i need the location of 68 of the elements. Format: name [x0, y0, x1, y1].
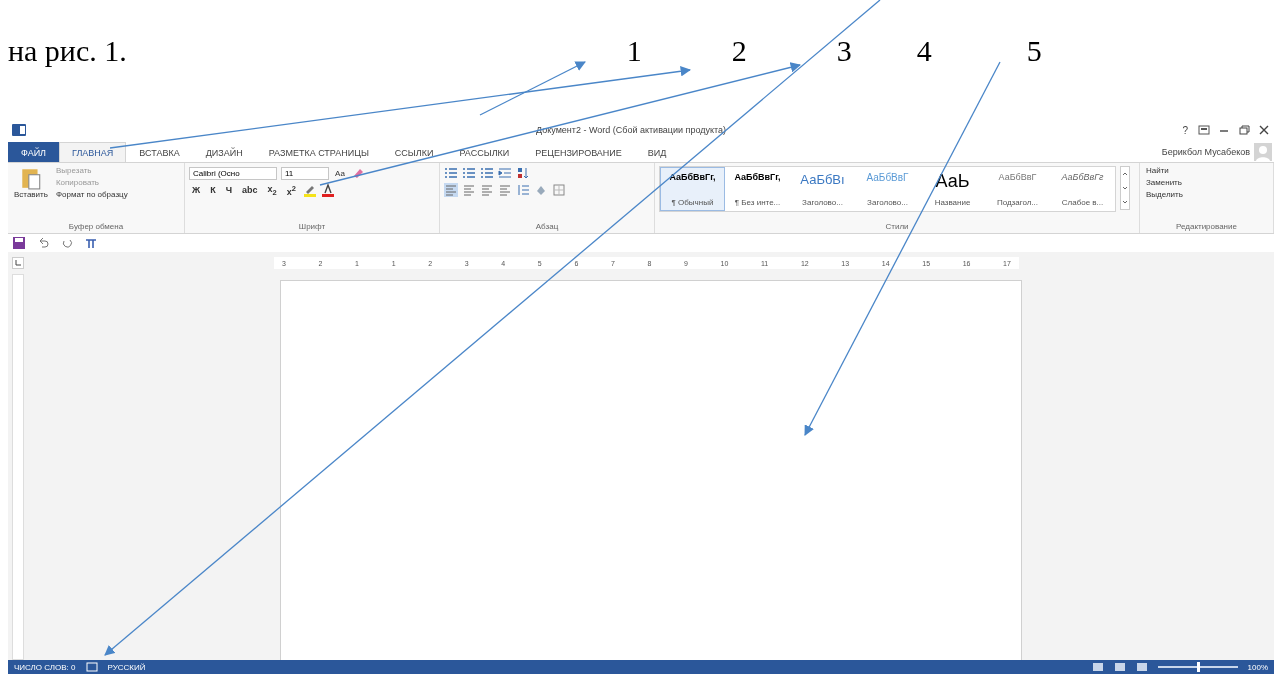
- window-title: Документ2 - Word (Сбой активации продукта): [536, 125, 727, 135]
- style-item[interactable]: АаБбВвГ Подзагол...: [985, 167, 1050, 211]
- ribbon-tab[interactable]: РЕЦЕНЗИРОВАНИЕ: [522, 142, 635, 162]
- ribbon-display-icon[interactable]: [1198, 125, 1210, 135]
- list-icon[interactable]: [444, 166, 458, 180]
- ribbon-tab[interactable]: ДИЗАЙН: [192, 142, 256, 162]
- word-logo-icon: [12, 124, 26, 136]
- ribbon-tab[interactable]: ССЫЛКИ: [381, 142, 447, 162]
- group-title: Абзац: [534, 222, 560, 233]
- close-icon[interactable]: [1258, 125, 1270, 135]
- style-item[interactable]: АаБбВвГ Заголово...: [855, 167, 920, 211]
- indent-icon[interactable]: [498, 166, 512, 180]
- proofing-icon[interactable]: [85, 662, 98, 672]
- select-button[interactable]: Выделить: [1144, 190, 1269, 199]
- group-title: Шрифт: [297, 222, 327, 233]
- equation-icon[interactable]: [84, 236, 98, 250]
- style-item[interactable]: АаЬ Название: [920, 167, 985, 211]
- callout-number: 4: [916, 34, 932, 68]
- view-mode-icon[interactable]: [1113, 662, 1126, 672]
- highlight-icon[interactable]: [302, 183, 317, 197]
- view-mode-icon[interactable]: [1091, 662, 1104, 672]
- callout-number: 2: [731, 34, 747, 68]
- group-title: Редактирование: [1175, 222, 1238, 233]
- ribbon-tab[interactable]: ВСТАВКА: [126, 142, 193, 162]
- list-icon[interactable]: [462, 166, 476, 180]
- style-item[interactable]: АаБбВвГг Слабое в...: [1050, 167, 1115, 211]
- group-title: Стили: [884, 222, 910, 233]
- change-case-button[interactable]: Аа: [333, 168, 347, 178]
- restore-icon[interactable]: [1238, 125, 1250, 135]
- font-size-field[interactable]: 11: [281, 166, 329, 180]
- save-icon[interactable]: [12, 236, 26, 250]
- zoom-level[interactable]: 100%: [1247, 662, 1268, 672]
- view-mode-icon[interactable]: [1135, 662, 1148, 672]
- word-count[interactable]: ЧИСЛО СЛОВ: 0: [14, 662, 76, 672]
- help-button[interactable]: ?: [1180, 124, 1190, 136]
- user-name[interactable]: Берикбол Мусабеков: [1161, 147, 1250, 157]
- ribbon-tab[interactable]: РАЗМЕТКА СТРАНИЦЫ: [255, 142, 382, 162]
- format-button[interactable]: x$^{2}$: [283, 183, 299, 197]
- gallery-scroll-icon[interactable]: [1120, 166, 1130, 210]
- find-button[interactable]: Найти: [1144, 166, 1269, 175]
- style-item[interactable]: АаБбВвГг, ¶ Обычный: [660, 167, 725, 211]
- callout-number: 3: [836, 34, 852, 68]
- list-icon[interactable]: [480, 166, 494, 180]
- format-button[interactable]: abc: [238, 185, 261, 195]
- clipboard-icon: [19, 166, 42, 190]
- replace-button[interactable]: Заменить: [1144, 178, 1269, 187]
- ribbon-tab[interactable]: ГЛАВНАЯ: [59, 142, 127, 162]
- sort-icon[interactable]: [516, 166, 530, 180]
- format-button[interactable]: Ч: [222, 185, 235, 195]
- format-button[interactable]: К: [207, 185, 219, 195]
- paste-button[interactable]: Вставить: [12, 166, 50, 222]
- ribbon-tab[interactable]: ВИД: [634, 142, 680, 162]
- format-button[interactable]: x$_{2}$: [264, 183, 280, 197]
- font-name-field[interactable]: Calibri (Осно: [189, 166, 277, 180]
- caption-text: на рис. 1.: [8, 34, 127, 68]
- group-title: Буфер обмена: [67, 222, 125, 233]
- tab-selector-icon[interactable]: [12, 257, 24, 269]
- callout-number: 5: [1026, 34, 1042, 68]
- zoom-thumb[interactable]: [1196, 662, 1200, 672]
- font-color-icon[interactable]: [320, 183, 335, 197]
- callout-number: 1: [626, 34, 642, 68]
- format-painter-button[interactable]: Формат по образцу: [53, 190, 130, 199]
- format-button[interactable]: Ж: [189, 185, 204, 195]
- file-tab[interactable]: ФАЙЛ: [8, 142, 60, 162]
- style-item[interactable]: АаБбВвГг, ¶ Без инте...: [725, 167, 790, 211]
- style-item[interactable]: АаБбВı Заголово...: [790, 167, 855, 211]
- language-indicator[interactable]: РУССКИЙ: [107, 662, 146, 672]
- ribbon-tab[interactable]: РАССЫЛКИ: [446, 142, 523, 162]
